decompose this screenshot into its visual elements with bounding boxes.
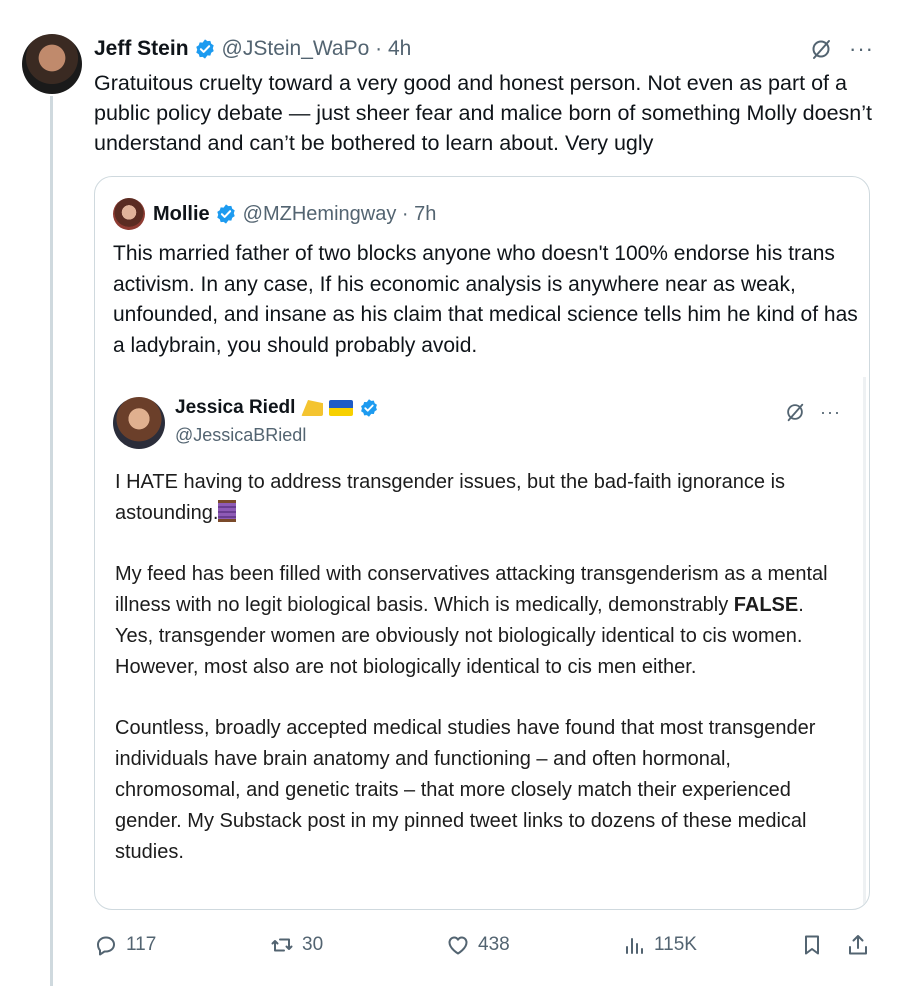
views-button[interactable]: 115K [622, 928, 697, 962]
embedded-paragraph-3: Countless, broadly accepted medical stud… [115, 717, 816, 863]
embedded-screenshot: Jessica Riedl @JessicaBRiedl ··· I HATE … [95, 377, 869, 909]
verified-badge-icon [216, 204, 235, 224]
tweet-text: Gratuitous cruelty toward a very good an… [94, 71, 872, 155]
like-icon [448, 936, 468, 955]
embedded-paragraph: Countless, broadly accepted medical stud… [115, 713, 845, 867]
more-icon[interactable]: ··· [849, 38, 874, 60]
quote-author-handle: @MZHemingway [242, 202, 397, 225]
embedded-paragraph-1: I HATE having to address transgender iss… [115, 471, 786, 524]
quote-text: This married father of two blocks anyone… [113, 242, 858, 357]
verified-badge-icon [361, 399, 378, 417]
bookmark-icon [805, 935, 819, 955]
separator: · [396, 202, 415, 225]
embedded-author-row: Jessica Riedl [175, 397, 385, 419]
embedded-author-name: Jessica Riedl [175, 397, 296, 418]
quote-timestamp: 7h [414, 202, 437, 225]
embedded-author-handle: @JessicaBRiedl [175, 425, 307, 445]
author-handle[interactable]: @JStein_WaPo [222, 37, 370, 61]
repost-icon [271, 938, 293, 952]
like-button[interactable]: 438 [446, 928, 510, 962]
views-count: 115K [654, 934, 697, 955]
embedded-paragraph: I HATE having to address transgender iss… [115, 467, 845, 529]
quote-tweet-card[interactable]: Mollie @MZHemingway · 7h This married fa… [94, 176, 870, 910]
share-icon [849, 935, 867, 955]
bookmark-button[interactable] [800, 928, 824, 962]
repost-count: 30 [302, 934, 324, 955]
views-icon [626, 938, 643, 954]
more-icon: ··· [820, 402, 841, 422]
quote-header: Mollie @MZHemingway · 7h [113, 198, 437, 230]
avatar [113, 397, 165, 449]
verified-badge-icon [195, 39, 214, 59]
embedded-paragraph-2a: My feed has been filled with conservativ… [115, 563, 828, 617]
tweet-header: Jeff Stein @JStein_WaPo · 4h [94, 34, 411, 64]
embedded-bold-word: FALSE [733, 594, 799, 617]
cheese-emoji-icon [301, 400, 324, 416]
timestamp[interactable]: 4h [388, 37, 411, 61]
avatar[interactable] [22, 34, 82, 94]
like-count: 438 [478, 934, 510, 955]
grok-icon[interactable] [809, 37, 833, 61]
avatar [113, 198, 145, 230]
embedded-top-actions: ··· [784, 401, 841, 423]
tweet-top-actions: ··· [809, 34, 874, 64]
separator: · [369, 37, 388, 60]
action-bar: 117 30 438 115K [94, 928, 884, 962]
spool-emoji-icon [218, 499, 237, 522]
share-button[interactable] [846, 928, 870, 962]
ukraine-flag-icon [329, 400, 354, 416]
reply-count: 117 [126, 934, 157, 955]
quote-author-name: Mollie [153, 202, 210, 225]
grok-icon [787, 403, 804, 422]
repost-button[interactable]: 30 [270, 928, 323, 962]
reply-icon [97, 936, 115, 956]
reply-button[interactable]: 117 [94, 928, 156, 962]
embedded-text: I HATE having to address transgender iss… [115, 467, 845, 867]
thread-line [50, 96, 53, 986]
embedded-paragraph: My feed has been filled with conservativ… [115, 559, 845, 682]
screenshot-edge [863, 377, 866, 909]
author-name[interactable]: Jeff Stein [94, 37, 189, 61]
